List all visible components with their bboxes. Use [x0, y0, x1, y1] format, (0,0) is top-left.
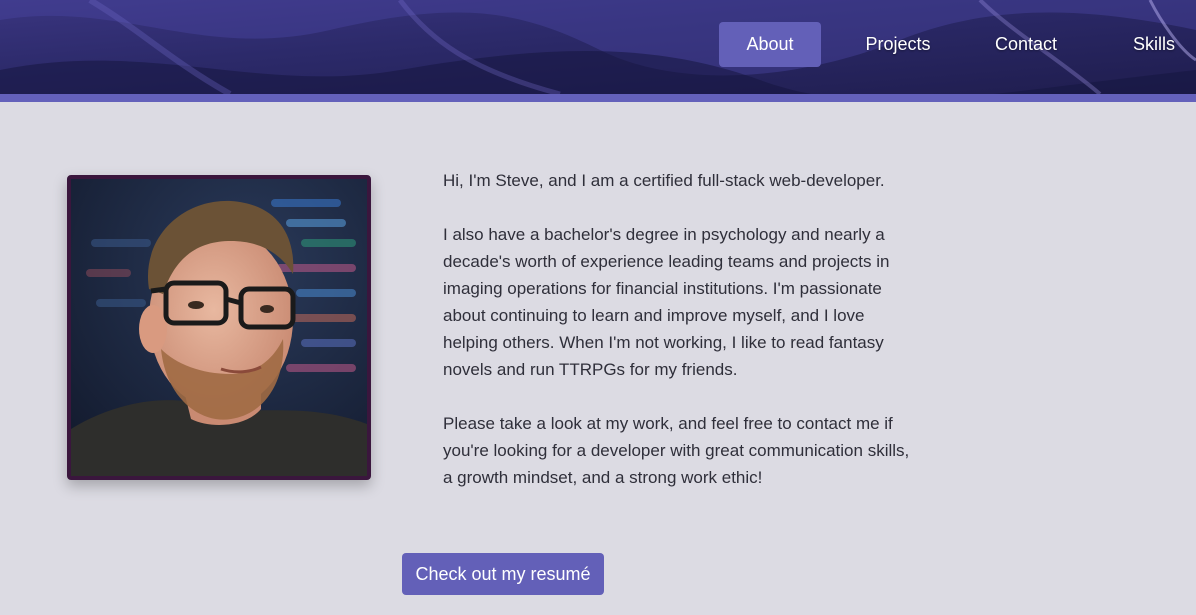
profile-portrait-image	[71, 179, 367, 476]
nav-about-link[interactable]: About	[719, 22, 821, 67]
resume-button[interactable]: Check out my resumé	[402, 553, 604, 595]
site-header: About Projects Contact Skills	[0, 0, 1196, 94]
main-nav: About Projects Contact Skills	[0, 22, 1196, 67]
nav-projects-link[interactable]: Projects	[850, 22, 946, 67]
bio-intro-paragraph: Hi, I'm Steve, and I am a certified full…	[443, 171, 885, 190]
header-accent-bar	[0, 94, 1196, 102]
bio-call-to-action-paragraph: Please take a look at my work, and feel …	[443, 414, 910, 487]
nav-contact-link[interactable]: Contact	[980, 22, 1072, 67]
profile-photo	[67, 175, 371, 480]
nav-skills-link[interactable]: Skills	[1118, 22, 1190, 67]
about-bio: Hi, I'm Steve, and I am a certified full…	[443, 167, 923, 518]
bio-background-paragraph: I also have a bachelor's degree in psych…	[443, 225, 890, 379]
